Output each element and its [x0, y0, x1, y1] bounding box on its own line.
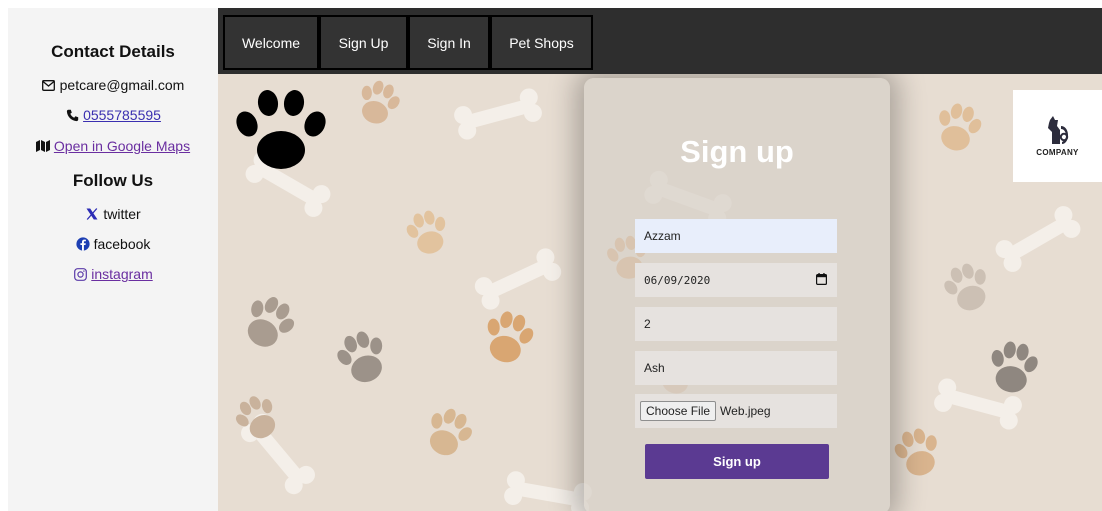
paw-logo-icon	[236, 90, 326, 169]
nav-pet-shops[interactable]: Pet Shops	[490, 15, 593, 70]
google-maps-link[interactable]: Open in Google Maps	[54, 138, 190, 154]
signup-title: Sign up	[680, 134, 794, 169]
email-text: petcare@gmail.com	[59, 77, 185, 93]
signup-card: Sign up Azzam 06/09/2020 2 Ash Choose Fi…	[584, 78, 890, 511]
top-navigation-bar: Welcome Sign Up Sign In Pet Shops	[218, 8, 1102, 74]
facebook-row[interactable]: facebook	[8, 236, 218, 252]
twitter-label: twitter	[103, 206, 141, 222]
maps-row: Open in Google Maps	[8, 138, 218, 154]
name-input[interactable]: Azzam	[635, 219, 837, 253]
follow-us-heading: Follow Us	[72, 171, 154, 190]
envelope-icon	[42, 78, 56, 92]
email-row: petcare@gmail.com	[8, 77, 218, 93]
nav-sign-in[interactable]: Sign In	[408, 15, 490, 70]
cat-dog-logo-icon	[1047, 115, 1068, 144]
file-upload-field: Choose File Web.jpeg	[635, 394, 837, 428]
signup-submit-button[interactable]: Sign up	[645, 444, 829, 479]
choose-file-button[interactable]: Choose File	[640, 401, 717, 421]
pet-name-input[interactable]: Ash	[635, 351, 837, 385]
phone-icon	[65, 108, 79, 122]
phone-row: 0555785595	[8, 107, 218, 123]
map-icon	[35, 139, 50, 153]
main-content-area: COMPANY Sign up Azzam 06/09/2020 2 Ash C…	[218, 74, 1102, 511]
x-icon	[85, 207, 99, 221]
facebook-icon	[75, 237, 90, 251]
nav-sign-up[interactable]: Sign Up	[319, 15, 408, 70]
contact-details-heading: Contact Details	[51, 42, 175, 61]
date-value: 06/09/2020	[644, 273, 711, 287]
instagram-icon	[73, 267, 87, 281]
facebook-label: facebook	[93, 236, 151, 252]
date-input[interactable]: 06/09/2020	[635, 263, 837, 297]
company-logo: COMPANY	[1013, 90, 1102, 182]
phone-link[interactable]: 0555785595	[83, 107, 161, 123]
file-name: Web.jpeg	[720, 404, 771, 418]
company-logo-text: COMPANY	[1036, 147, 1079, 157]
twitter-row[interactable]: twitter	[8, 206, 218, 222]
instagram-link[interactable]: instagram	[91, 266, 152, 282]
nav-welcome[interactable]: Welcome	[223, 15, 319, 70]
instagram-row[interactable]: instagram	[8, 266, 218, 282]
contact-sidebar: Contact Details petcare@gmail.com 055578…	[8, 8, 218, 511]
number-input[interactable]: 2	[635, 307, 837, 341]
calendar-icon[interactable]	[816, 273, 827, 285]
